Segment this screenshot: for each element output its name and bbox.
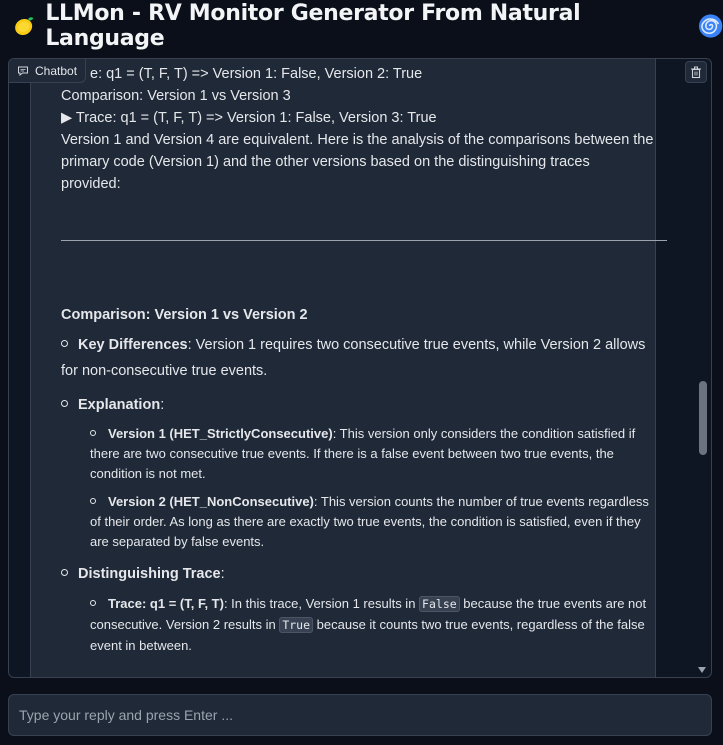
distinguishing-trace-label: Distinguishing Trace [78, 566, 221, 582]
trace-toggle[interactable]: ▶ Trace: q1 = (T, F, T) => Version 1: Fa… [61, 107, 437, 129]
scrollbar-thumb[interactable] [699, 381, 707, 455]
paragraph-line-3: provided: [61, 176, 121, 192]
version2-text-2: of their order. As long as there are exa… [90, 514, 641, 529]
lemon-icon [15, 17, 34, 35]
scroll-down-icon[interactable] [698, 667, 706, 673]
version1-item: Version 1 (HET_StrictlyConsecutive): Thi… [90, 424, 635, 444]
divider [61, 240, 667, 241]
trace-label: Trace: q1 = (T, F, T) [108, 596, 224, 611]
explanation-item: Explanation: [61, 394, 164, 416]
reply-input[interactable] [8, 694, 712, 736]
chatbot-panel[interactable]: Chatbot e: q1 = (T, F, T) => Version 1: … [8, 58, 712, 678]
clear-chat-button[interactable] [685, 61, 707, 83]
paragraph-line-1: Version 1 and Version 4 are equivalent. … [61, 132, 654, 148]
trace-item: Trace: q1 = (T, F, T): In this trace, Ve… [90, 594, 646, 614]
bullet-icon [90, 498, 96, 504]
trash-icon [691, 66, 701, 78]
paragraph-line-2: primary code (Version 1) and the other v… [61, 154, 590, 170]
version1-text-2: there are two consecutive true events. I… [90, 446, 614, 461]
version2-item: Version 2 (HET_NonConsecutive): This ver… [90, 492, 649, 512]
bullet-icon [90, 430, 96, 436]
bullet-icon [61, 400, 68, 407]
app-header: LLMon - RV Monitor Generator From Natura… [12, 1, 723, 51]
comparison-line: Comparison: Version 1 vs Version 3 [61, 88, 291, 104]
bullet-icon [90, 600, 96, 606]
inline-code: False [419, 596, 460, 612]
trace-text-3: event in between. [90, 638, 192, 653]
key-differences-item: Key Differences: Version 1 requires two … [61, 334, 645, 356]
bullet-icon [61, 569, 68, 576]
spiral-icon [698, 14, 723, 38]
inline-code: True [279, 617, 314, 633]
key-differences-label: Key Differences [78, 337, 188, 353]
chatbot-label-text: Chatbot [35, 63, 78, 78]
key-differences-text-2: for non-consecutive true events. [61, 363, 268, 379]
bullet-icon [61, 340, 68, 347]
version2-text-3: are separated by false events. [90, 534, 265, 549]
chat-icon [18, 66, 28, 76]
section-heading: Comparison: Version 1 vs Version 2 [61, 307, 308, 323]
chatbot-label: Chatbot [9, 59, 87, 83]
version2-label: Version 2 (HET_NonConsecutive) [108, 494, 314, 509]
explanation-label: Explanation [78, 397, 161, 413]
version1-text-3: condition is not met. [90, 466, 206, 481]
bot-message: e: q1 = (T, F, T) => Version 1: False, V… [30, 59, 667, 677]
trace-line-1: e: q1 = (T, F, T) => Version 1: False, V… [90, 66, 423, 82]
trace-text-2: consecutive. Version 2 results in True b… [90, 617, 645, 633]
key-differences-text: : Version 1 requires two consecutive tru… [187, 337, 646, 353]
distinguishing-trace-item: Distinguishing Trace: [61, 563, 225, 585]
page-title: LLMon - RV Monitor Generator From Natura… [45, 1, 581, 51]
version1-label: Version 1 (HET_StrictlyConsecutive) [108, 426, 333, 441]
